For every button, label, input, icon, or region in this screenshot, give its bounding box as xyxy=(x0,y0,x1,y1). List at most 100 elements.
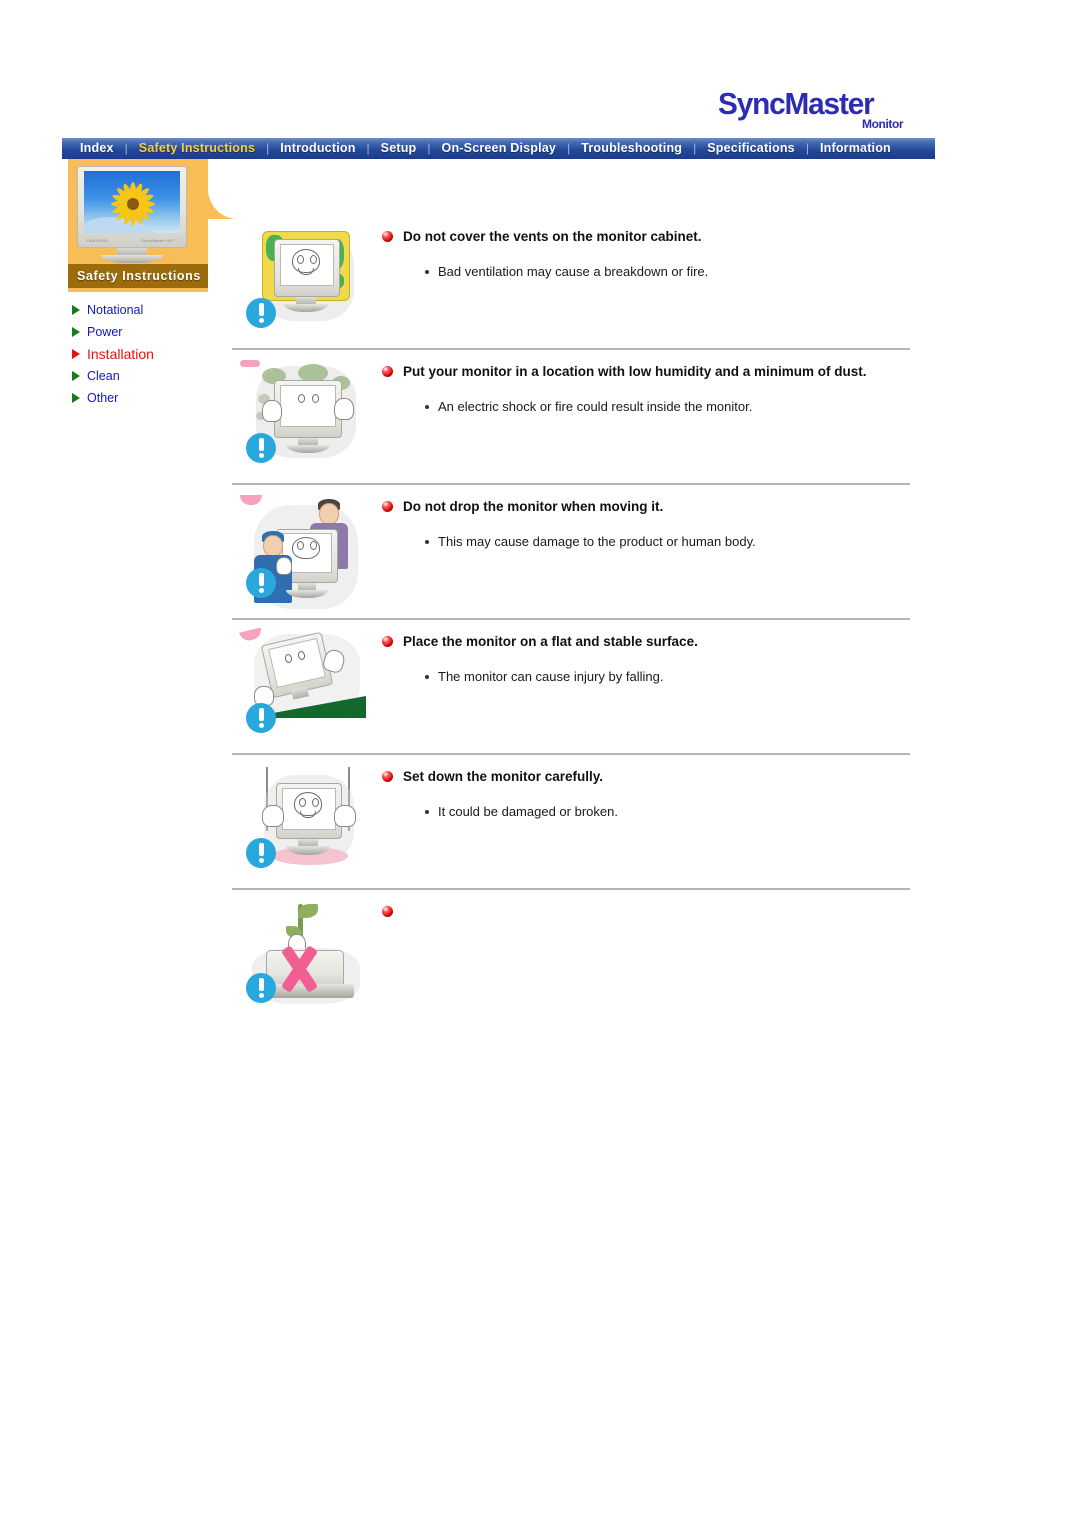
section-bullet-row: An electric shock or fire could result i… xyxy=(425,398,910,416)
sidebar-hero-panel: SAMSUNG SyncMaster 997 … Safety Instruct… xyxy=(68,159,238,292)
section-bullet-row: Bad ventilation may cause a breakdown or… xyxy=(425,263,910,281)
monitor-face-eye xyxy=(298,394,305,403)
section-heading-row: Do not cover the vents on the monitor ca… xyxy=(382,227,910,246)
section-heading-text: Do not cover the vents on the monitor ca… xyxy=(403,229,702,244)
nav-item-on-screen-display[interactable]: On-Screen Display xyxy=(432,138,567,159)
sidebar-item-label: Power xyxy=(87,325,123,339)
safety-section-do-not-drop: Do not drop the monitor when moving it. T… xyxy=(232,485,910,620)
person-head-front xyxy=(263,535,283,557)
hand-right xyxy=(334,805,356,827)
sidebar-item-label: Installation xyxy=(87,346,154,362)
warning-exclamation-icon xyxy=(246,838,276,868)
section-bullet-text: The monitor can cause injury by falling. xyxy=(438,669,664,684)
warning-exclamation-icon xyxy=(246,703,276,733)
section-bullet-row: It could be damaged or broken. xyxy=(425,803,910,821)
safety-section-humidity-dust: Put your monitor in a location with low … xyxy=(232,350,910,485)
monitor-face-eye xyxy=(310,255,317,264)
section-bullet-row: This may cause damage to the product or … xyxy=(425,533,910,551)
dot-bullet-icon xyxy=(425,270,429,274)
dot-bullet-icon xyxy=(425,540,429,544)
monitor-screen xyxy=(84,171,180,233)
nav-item-setup[interactable]: Setup xyxy=(371,138,427,159)
sidebar-panel-corner xyxy=(208,159,238,219)
nav-item-information[interactable]: Information xyxy=(810,138,901,159)
safety-section-flat-stable-surface: Place the monitor on a flat and stable s… xyxy=(232,620,910,755)
safety-section-set-down-carefully: Set down the monitor carefully. It could … xyxy=(232,755,910,890)
main-navigation-bar: Index | Safety Instructions | Introduction | S… xyxy=(62,138,935,159)
pink-x-icon xyxy=(276,945,322,993)
sidebar-item-label: Notational xyxy=(87,303,144,317)
warning-exclamation-icon xyxy=(246,973,276,1003)
nav-item-introduction[interactable]: Introduction xyxy=(270,138,365,159)
monitor-face-eye xyxy=(310,541,317,550)
sidebar-item-label: Other xyxy=(87,391,119,405)
hand-left xyxy=(262,805,284,827)
nav-item-safety-instructions[interactable]: Safety Instructions xyxy=(129,138,265,159)
section-bullet-text: This may cause damage to the product or … xyxy=(438,534,756,549)
illustration-monitor-covered-with-cloth xyxy=(240,225,370,340)
syncmaster-logo: SyncMaster Monitor xyxy=(718,88,918,136)
nav-item-index[interactable]: Index xyxy=(70,138,124,159)
sidebar-item-notational[interactable]: Notational xyxy=(72,299,208,321)
monitor-face-mouth xyxy=(240,360,260,367)
sidebar-item-label: Clean xyxy=(87,369,120,383)
section-heading-row: Set down the monitor carefully. xyxy=(382,767,910,786)
sidebar-item-clean[interactable]: Clean xyxy=(72,365,208,387)
monitor-stand-base xyxy=(101,255,163,263)
section-heading-row: Put your monitor in a location with low … xyxy=(382,362,910,381)
section-body: Do not drop the monitor when moving it. T… xyxy=(382,485,910,551)
section-heading-text: Put your monitor in a location with low … xyxy=(403,364,867,379)
monitor-face-eye xyxy=(297,255,304,264)
section-heading-row: Place the monitor on a flat and stable s… xyxy=(382,632,910,651)
hand-front xyxy=(276,557,292,575)
section-heading-row: Do not drop the monitor when moving it. xyxy=(382,497,910,516)
illustration-monitor-with-pink-x xyxy=(240,900,370,1015)
section-bullet-text: An electric shock or fire could result i… xyxy=(438,399,753,414)
section-body: Do not cover the vents on the monitor ca… xyxy=(382,215,910,281)
section-body: Set down the monitor carefully. It could … xyxy=(382,755,910,821)
section-heading-text: Place the monitor on a flat and stable s… xyxy=(403,634,698,649)
person-head-rear xyxy=(319,503,339,525)
section-body: Place the monitor on a flat and stable s… xyxy=(382,620,910,686)
content-area: Do not cover the vents on the monitor ca… xyxy=(232,215,910,1025)
warning-exclamation-icon xyxy=(246,298,276,328)
plant-leaf xyxy=(298,904,318,918)
hand-left xyxy=(262,400,282,422)
warning-exclamation-icon xyxy=(246,568,276,598)
illustration-hands-setting-monitor-down xyxy=(240,765,370,880)
section-body xyxy=(382,890,910,917)
dot-bullet-icon xyxy=(425,810,429,814)
triangle-bullet-icon xyxy=(72,305,80,315)
thumbnail-model-label: SyncMaster 997 … xyxy=(141,238,180,243)
monitor-face-eye xyxy=(312,798,319,807)
sunflower-icon xyxy=(110,181,156,227)
monitor-bezel: SAMSUNG SyncMaster 997 … xyxy=(77,166,187,248)
sidebar: SAMSUNG SyncMaster 997 … Safety Instruct… xyxy=(68,159,238,409)
illustration-monitor-in-dusty-room xyxy=(240,360,370,475)
section-body: Put your monitor in a location with low … xyxy=(382,350,910,416)
triangle-bullet-icon xyxy=(72,349,80,359)
monitor-screen xyxy=(280,385,336,427)
section-heading-text: Do not drop the monitor when moving it. xyxy=(403,499,664,514)
monitor-face-mouth xyxy=(240,495,262,505)
nav-item-specifications[interactable]: Specifications xyxy=(697,138,805,159)
red-ball-bullet-icon xyxy=(382,366,393,377)
nav-item-troubleshooting[interactable]: Troubleshooting xyxy=(571,138,692,159)
logo-subtitle: Monitor xyxy=(862,117,904,131)
triangle-bullet-icon xyxy=(72,327,80,337)
sidebar-item-other[interactable]: Other xyxy=(72,387,208,409)
sidebar-link-list: Notational Power Installation Clean Other xyxy=(68,299,208,409)
red-ball-bullet-icon xyxy=(382,231,393,242)
dot-bullet-icon xyxy=(425,405,429,409)
safety-section-vents: Do not cover the vents on the monitor ca… xyxy=(232,215,910,350)
hand-right xyxy=(334,398,354,420)
triangle-bullet-icon xyxy=(72,371,80,381)
sidebar-item-power[interactable]: Power xyxy=(72,321,208,343)
dot-bullet-icon xyxy=(425,675,429,679)
sidebar-item-installation[interactable]: Installation xyxy=(72,343,208,365)
red-ball-bullet-icon xyxy=(382,636,393,647)
sidebar-section-title-text: Safety Instructions xyxy=(77,269,201,283)
monitor-thumbnail-image: SAMSUNG SyncMaster 997 … xyxy=(77,166,187,263)
monitor-face-eye xyxy=(299,798,306,807)
illustration-two-people-carrying-monitor xyxy=(240,495,370,610)
